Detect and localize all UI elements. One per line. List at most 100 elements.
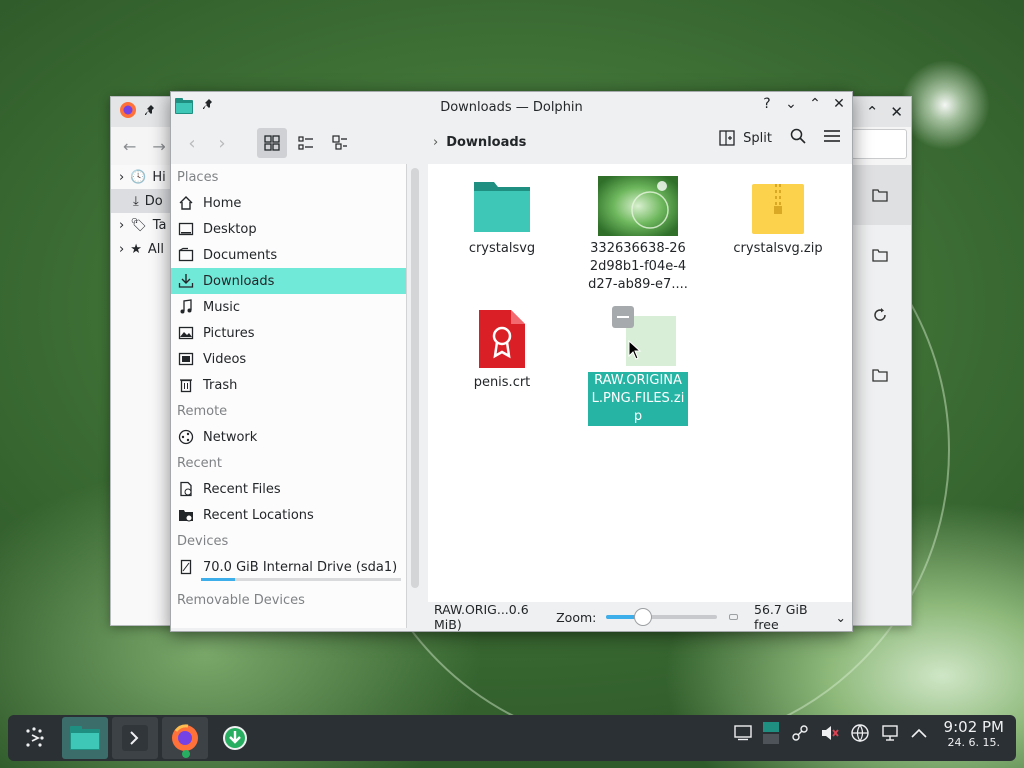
trash-icon: [177, 377, 195, 393]
folder-icon[interactable]: [849, 165, 911, 225]
forward-button[interactable]: ›: [207, 128, 237, 158]
file-view[interactable]: crystalsvg 332636638-262d98b1-f04e-4d27-…: [428, 164, 852, 602]
maximize-icon[interactable]: ⌃: [866, 103, 879, 121]
recent-files-icon: [177, 481, 195, 497]
background-right-column: [849, 165, 911, 625]
image-thumbnail: [598, 176, 678, 236]
bluetooth-network-icon[interactable]: [790, 723, 810, 747]
minimize-icon[interactable]: ⌄: [784, 96, 798, 112]
pictures-icon: [177, 325, 195, 341]
breadcrumb-downloads[interactable]: Downloads: [446, 135, 526, 150]
history-item[interactable]: › 🕓 Hi: [111, 165, 171, 189]
refresh-icon[interactable]: [849, 285, 911, 345]
icons-view-icon: [264, 135, 280, 151]
display-configuration-icon[interactable]: [880, 723, 900, 747]
chevron-right-icon: ›: [119, 169, 125, 185]
zoom-reset-icon[interactable]: [728, 614, 738, 620]
details-view-button[interactable]: [325, 128, 355, 158]
section-places: Places: [177, 169, 219, 185]
icons-view-button[interactable]: [257, 128, 287, 158]
close-icon[interactable]: ✕: [890, 103, 903, 121]
search-icon[interactable]: [790, 128, 806, 148]
split-view-icon: [719, 130, 735, 146]
pager-icon[interactable]: [762, 721, 780, 749]
places-item-network[interactable]: Network: [171, 424, 406, 450]
zip-archive-icon: [752, 184, 804, 234]
forward-arrow-icon[interactable]: →: [152, 137, 165, 156]
free-space[interactable]: 56.7 GiB free: [754, 602, 830, 632]
drive-usage-fill: [201, 578, 235, 581]
back-button[interactable]: ‹: [177, 128, 207, 158]
places-item-trash[interactable]: Trash: [171, 372, 406, 398]
network-globe-icon[interactable]: [850, 723, 870, 747]
places-item-downloads[interactable]: Downloads: [171, 268, 406, 294]
maximize-icon[interactable]: ⌃: [808, 96, 822, 112]
clock[interactable]: 9:02 PM 24. 6. 15.: [944, 719, 1004, 751]
places-item-recent-files[interactable]: Recent Files: [171, 476, 406, 502]
chevron-down-icon[interactable]: ⌄: [836, 610, 846, 625]
compact-view-button[interactable]: [291, 128, 321, 158]
background-library-sidebar: › 🕓 Hi ⤓ Do › 🏷 Ta › ★ All: [111, 165, 171, 625]
file-item-zip[interactable]: crystalsvg.zip: [726, 184, 830, 258]
zoom-slider-handle[interactable]: [634, 608, 653, 626]
all-bookmarks-item[interactable]: › ★ All: [111, 237, 171, 261]
documents-icon: [177, 247, 195, 263]
places-item-recent-locations[interactable]: Recent Locations: [171, 502, 406, 528]
places-item-desktop[interactable]: Desktop: [171, 216, 406, 242]
file-item-certificate[interactable]: penis.crt: [450, 310, 554, 392]
drag-preview: [598, 306, 678, 368]
window-title: Downloads — Dolphin: [440, 99, 583, 115]
chevron-right-icon: ›: [119, 241, 125, 257]
window-controls: ? ⌄ ⌃ ✕: [760, 96, 846, 112]
firefox-icon: [172, 724, 198, 751]
volume-muted-icon[interactable]: [820, 723, 840, 747]
videos-icon: [177, 351, 195, 367]
file-item-folder[interactable]: crystalsvg: [450, 178, 554, 258]
chevron-right-icon: ›: [218, 132, 226, 154]
places-item-music[interactable]: Music: [171, 294, 406, 320]
close-icon[interactable]: ✕: [832, 96, 846, 112]
dolphin-titlebar[interactable]: Downloads — Dolphin ? ⌄ ⌃ ✕: [171, 92, 852, 122]
breadcrumb[interactable]: › Downloads: [433, 135, 526, 150]
plus-badge-icon: [182, 750, 190, 758]
tag-icon: 🏷: [130, 217, 147, 233]
tray-expand-chevron-up-icon[interactable]: [910, 727, 928, 743]
taskbar-updates[interactable]: [212, 717, 258, 759]
hamburger-menu-icon[interactable]: [824, 129, 840, 147]
places-item-home[interactable]: Home: [171, 190, 406, 216]
dolphin-window[interactable]: Downloads — Dolphin ? ⌄ ⌃ ✕ ‹ › › Downlo…: [170, 91, 853, 632]
folder-icon[interactable]: [849, 345, 911, 405]
zoom-slider[interactable]: [606, 608, 717, 626]
show-desktop-icon[interactable]: [733, 725, 752, 745]
dolphin-app-icon: [70, 726, 100, 750]
places-item-pictures[interactable]: Pictures: [171, 320, 406, 346]
tags-item[interactable]: › 🏷 Ta: [111, 213, 171, 237]
section-recent: Recent: [177, 455, 222, 471]
places-item-videos[interactable]: Videos: [171, 346, 406, 372]
taskbar-dolphin[interactable]: [62, 717, 108, 759]
back-arrow-icon[interactable]: ←: [123, 137, 136, 156]
background-window-controls: ⌃ ✕: [866, 103, 903, 121]
clock-icon: 🕓: [130, 169, 147, 185]
pin-icon[interactable]: [203, 98, 215, 113]
split-button[interactable]: Split: [719, 130, 772, 146]
help-icon[interactable]: ?: [760, 96, 774, 112]
file-item-selected-zip[interactable]: RAW.ORIGINAL.PNG.FILES.zip: [586, 306, 690, 426]
background-search-box[interactable]: [851, 129, 907, 159]
places-item-internal-drive[interactable]: 70.0 GiB Internal Drive (sda1): [171, 554, 406, 580]
taskbar-konsole[interactable]: [112, 717, 158, 759]
folder-icon[interactable]: [849, 225, 911, 285]
download-icon: ⤓: [133, 193, 139, 209]
system-tray: 9:02 PM 24. 6. 15.: [733, 719, 1004, 751]
mouse-cursor-icon: [628, 340, 642, 360]
downloads-item[interactable]: ⤓ Do: [111, 189, 171, 213]
dolphin-app-icon[interactable]: [175, 98, 193, 114]
zoom-label: Zoom:: [556, 609, 597, 625]
file-item-image[interactable]: 332636638-262d98b1-f04e-4d27-ab89-e7....…: [586, 176, 690, 294]
places-scrollbar[interactable]: [411, 168, 419, 588]
places-item-documents[interactable]: Documents: [171, 242, 406, 268]
deselect-toggle-icon[interactable]: [612, 306, 634, 328]
pin-icon[interactable]: [145, 104, 157, 120]
taskbar-firefox[interactable]: [162, 717, 208, 759]
application-launcher[interactable]: [12, 717, 58, 759]
